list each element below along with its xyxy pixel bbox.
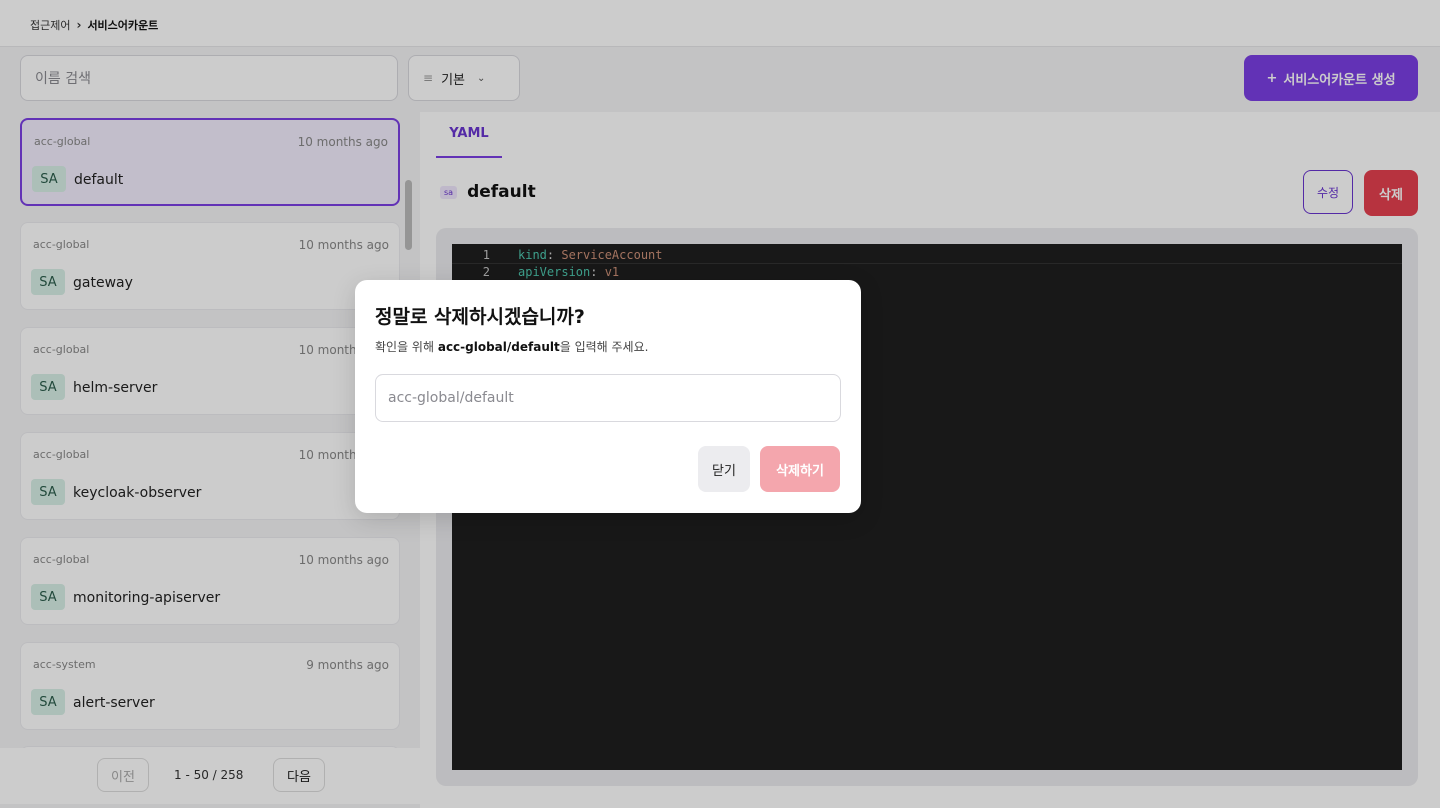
- confirm-name-input[interactable]: acc-global/default: [375, 374, 841, 422]
- dialog-description: 확인을 위해 acc-global/default을 입력해 주세요.: [375, 340, 649, 354]
- delete-confirm-dialog: 정말로 삭제하시겠습니까? 확인을 위해 acc-global/default을…: [355, 280, 861, 513]
- confirm-target: acc-global/default: [437, 340, 560, 354]
- close-button[interactable]: 닫기: [698, 446, 750, 492]
- dialog-title: 정말로 삭제하시겠습니까?: [375, 306, 585, 328]
- confirm-delete-button[interactable]: 삭제하기: [760, 446, 840, 492]
